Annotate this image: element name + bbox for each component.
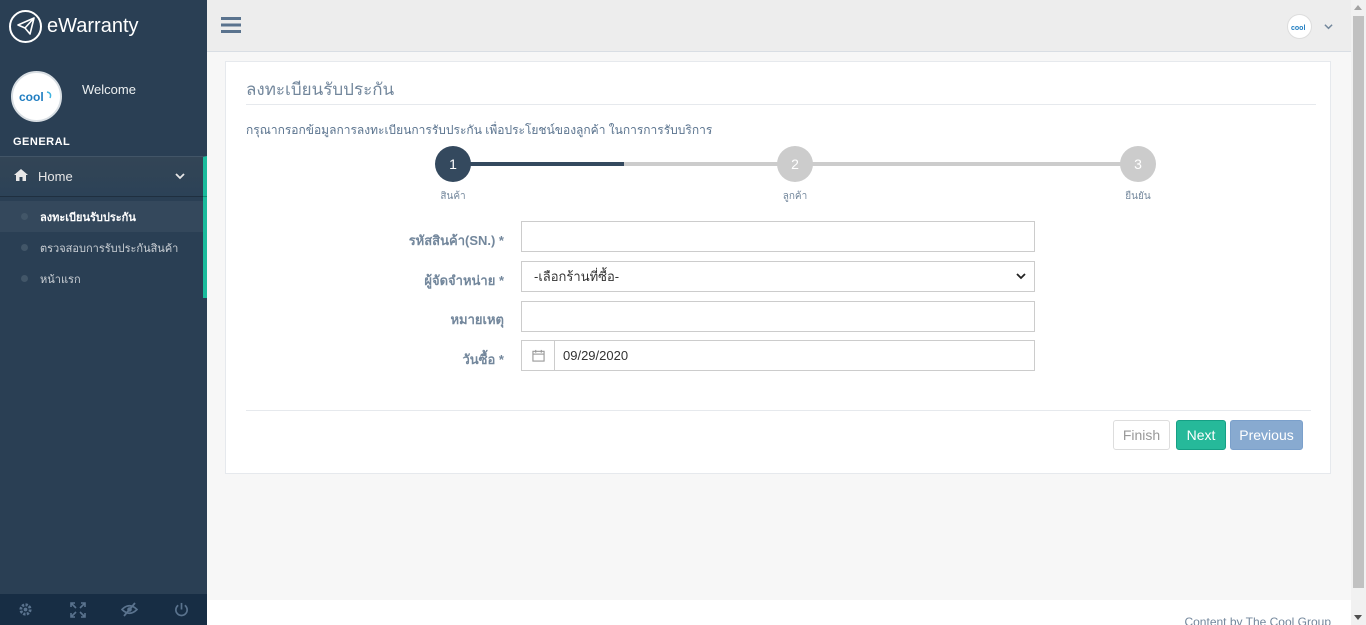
sn-label: รหัสสินค้า(SN.) * bbox=[408, 233, 504, 248]
wizard-step-2-label: ลูกค้า bbox=[782, 191, 808, 202]
avatar: cool bbox=[11, 71, 62, 122]
note-label: หมายเหตุ bbox=[450, 312, 504, 327]
sn-input[interactable] bbox=[521, 221, 1035, 252]
page-title: ลงทะเบียนรับประกัน bbox=[246, 80, 395, 99]
scroll-down-icon[interactable] bbox=[1354, 615, 1362, 620]
user-avatar: cool bbox=[1287, 14, 1312, 39]
intro-text: กรุณากรอกข้อมูลการลงทะเบียนการรับประกัน … bbox=[246, 123, 713, 137]
scrollbar-thumb[interactable] bbox=[1353, 16, 1364, 588]
welcome-text: Welcome bbox=[82, 82, 136, 97]
footer: Content by The Cool Group bbox=[207, 600, 1351, 625]
user-logo-text: cool bbox=[1291, 25, 1305, 32]
chevron-down-icon bbox=[1016, 269, 1026, 284]
sidebar-item-homepage[interactable]: หน้าแรก bbox=[0, 263, 203, 294]
dealer-label: ผู้จัดจำหน่าย * bbox=[424, 273, 504, 288]
wizard-step-1-label: สินค้า bbox=[440, 191, 466, 202]
purchase-date-value: 09/29/2020 bbox=[563, 348, 629, 363]
sidebar-item-home[interactable]: Home bbox=[0, 156, 207, 196]
page-scrollbar[interactable] bbox=[1351, 0, 1366, 625]
registration-panel: ลงทะเบียนรับประกัน กรุณากรอกข้อมูลการลงท… bbox=[225, 61, 1331, 474]
divider bbox=[246, 410, 1311, 411]
chevron-down-icon bbox=[175, 169, 185, 184]
home-icon bbox=[13, 168, 29, 185]
paper-plane-icon bbox=[9, 9, 42, 43]
note-input[interactable] bbox=[521, 301, 1035, 332]
top-nav: cool bbox=[207, 0, 1351, 52]
sidebar-item-register-warranty[interactable]: ลงทะเบียนรับประกัน bbox=[0, 201, 203, 232]
brand[interactable]: eWarranty bbox=[0, 0, 207, 52]
home-submenu: ลงทะเบียนรับประกัน ตรวจสอบการรับประกันสิ… bbox=[0, 196, 207, 298]
wizard-step-2[interactable]: 2 bbox=[777, 146, 813, 182]
sidebar-footer bbox=[0, 594, 207, 625]
wizard-step-3[interactable]: 3 bbox=[1120, 146, 1156, 182]
sidebar: eWarranty cool Welcome GENERAL Home ลงทะ… bbox=[0, 0, 207, 625]
fullscreen-icon[interactable] bbox=[52, 594, 104, 625]
next-button[interactable]: Next bbox=[1176, 420, 1226, 450]
sidebar-item-label: Home bbox=[38, 169, 73, 184]
purchase-date-input[interactable]: 09/29/2020 bbox=[521, 340, 1035, 371]
purchase-date-label: วันซื้อ * bbox=[462, 352, 505, 367]
dealer-selected-value: -เลือกร้านที่ซื้อ- bbox=[534, 269, 620, 284]
cool-logo: cool bbox=[19, 90, 51, 104]
section-title: GENERAL bbox=[13, 136, 71, 148]
user-menu[interactable]: cool bbox=[1287, 14, 1333, 39]
scroll-up-icon[interactable] bbox=[1354, 5, 1362, 10]
finish-button[interactable]: Finish bbox=[1113, 420, 1170, 450]
chevron-down-icon bbox=[1324, 18, 1333, 36]
eye-slash-icon[interactable] bbox=[104, 594, 156, 625]
calendar-icon[interactable] bbox=[522, 341, 555, 370]
sidebar-item-check-warranty[interactable]: ตรวจสอบการรับประกันสินค้า bbox=[0, 232, 203, 263]
previous-button[interactable]: Previous bbox=[1230, 420, 1303, 450]
avatar-logo-text: cool bbox=[19, 90, 44, 104]
divider bbox=[246, 104, 1316, 105]
dealer-select[interactable]: -เลือกร้านที่ซื้อ- bbox=[521, 261, 1035, 292]
power-icon[interactable] bbox=[155, 594, 207, 625]
profile: cool Welcome bbox=[0, 52, 207, 124]
brand-title: eWarranty bbox=[47, 14, 139, 37]
hamburger-icon[interactable] bbox=[221, 16, 241, 39]
wizard-step-3-label: ยืนยัน bbox=[1125, 191, 1151, 202]
wizard-progress bbox=[453, 162, 624, 166]
gear-icon[interactable] bbox=[0, 594, 52, 625]
footer-text: Content by The Cool Group bbox=[1184, 615, 1331, 625]
wizard-step-1[interactable]: 1 bbox=[435, 146, 471, 182]
